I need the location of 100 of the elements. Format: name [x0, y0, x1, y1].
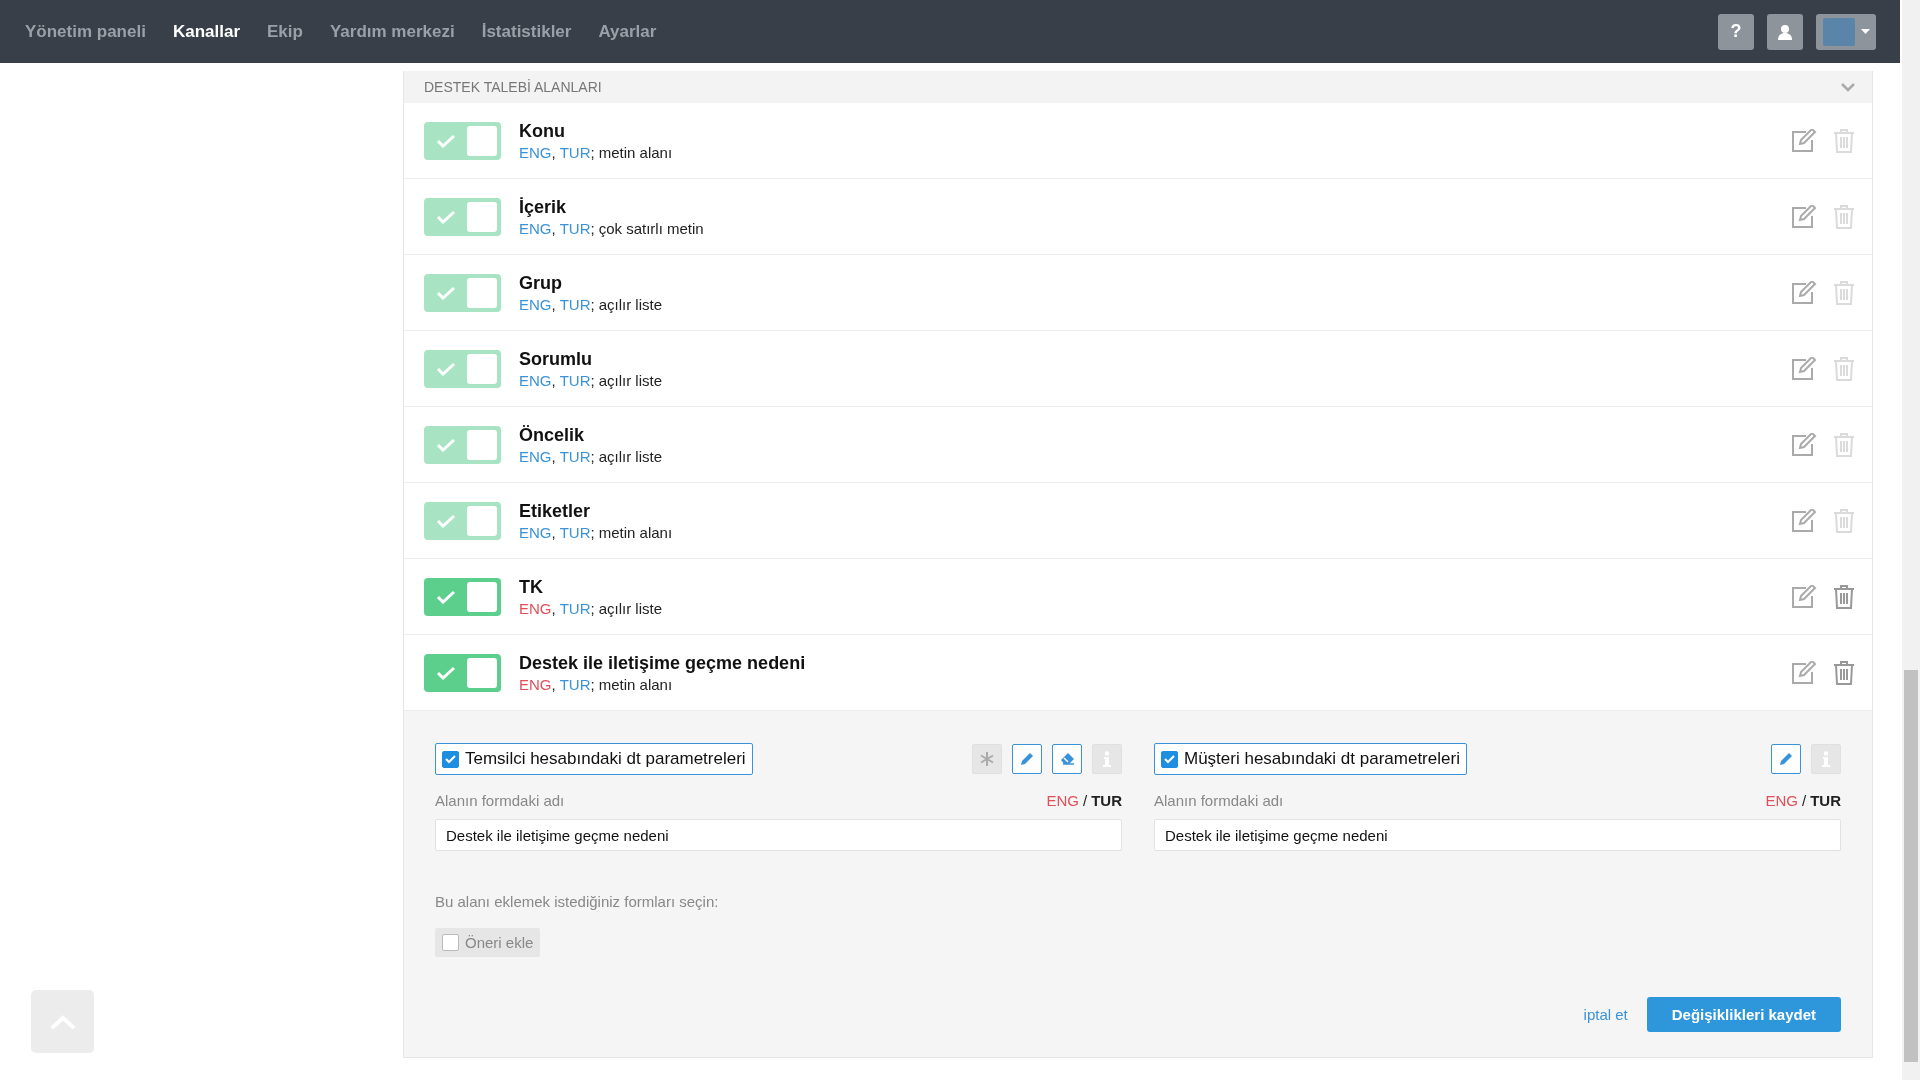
separator-text: ; [590, 143, 595, 161]
check-icon [436, 133, 456, 148]
language-code: ENG [519, 219, 552, 237]
edit-button[interactable] [1771, 744, 1801, 774]
check-icon [1164, 754, 1175, 764]
language-link[interactable]: ENG [1765, 792, 1798, 809]
edit-icon[interactable] [1791, 432, 1817, 457]
field-name: Destek ile iletişime geçme nedeni [519, 652, 807, 674]
language-code: TUR [559, 143, 591, 161]
toggle-switch[interactable] [424, 121, 501, 160]
separator-text: , [551, 523, 556, 541]
edit-icon[interactable] [1791, 204, 1817, 229]
toggle-switch[interactable] [424, 501, 501, 540]
user-button[interactable] [1767, 13, 1803, 50]
toggle-switch[interactable] [424, 349, 501, 388]
nav-link[interactable]: Yönetim paneli [25, 21, 146, 42]
field-type: metin alanı [598, 523, 673, 541]
edit-icon[interactable] [1791, 584, 1817, 609]
field-type: metin alanı [598, 143, 673, 161]
nav-link[interactable]: Ayarlar [598, 21, 657, 42]
eraser-button[interactable] [1052, 744, 1082, 774]
chevron-down-icon[interactable] [1841, 82, 1855, 92]
field-type: açılır liste [598, 599, 663, 617]
parameters-checkbox[interactable]: Müşteri hesabındaki dt parametreleri [1154, 743, 1467, 775]
toggle-switch[interactable] [424, 577, 501, 616]
field-name-input[interactable]: Destek ile iletişime geçme nedeni [1154, 819, 1841, 851]
section-title: DESTEK TALEBİ ALANLARI [424, 79, 602, 95]
separator-text: , [551, 371, 556, 389]
edit-icon[interactable] [1791, 280, 1817, 305]
edit-button[interactable] [1012, 744, 1042, 774]
field-label: Alanın formdaki adı [1154, 792, 1284, 809]
trash-icon[interactable] [1833, 660, 1855, 685]
separator-text: , [551, 219, 556, 237]
check-icon [436, 589, 456, 604]
pencil-icon [1779, 752, 1793, 766]
language-code: TUR [559, 523, 591, 541]
trash-icon[interactable] [1833, 584, 1855, 609]
check-icon [436, 437, 456, 452]
field-name: Etiketler [519, 500, 592, 522]
asterisk-icon [980, 752, 994, 766]
language-link[interactable]: TUR [1091, 792, 1122, 809]
toggle-switch[interactable] [424, 653, 501, 692]
check-icon [436, 285, 456, 300]
save-button[interactable]: Değişiklikleri kaydet [1646, 997, 1841, 1032]
pencil-icon [1020, 752, 1034, 766]
language-code: ENG [519, 371, 552, 389]
field-type: metin alanı [598, 675, 673, 693]
form-checkbox[interactable]: Öneri ekle [435, 928, 541, 957]
separator-text: , [551, 447, 556, 465]
check-icon [436, 361, 456, 376]
language-code: TUR [559, 599, 591, 617]
nav-link[interactable]: Yardım merkezi [329, 21, 455, 42]
scrollbar[interactable] [1902, 0, 1920, 1080]
language-code: TUR [559, 675, 591, 693]
edit-icon[interactable] [1791, 128, 1817, 153]
field-name: Sorumlu [519, 348, 593, 370]
edit-icon[interactable] [1791, 508, 1817, 533]
user-icon [1777, 23, 1793, 40]
avatar-placeholder [1822, 17, 1855, 46]
separator-text: ; [590, 523, 595, 541]
info-button[interactable] [1092, 744, 1122, 774]
language-code: ENG [519, 523, 552, 541]
edit-icon[interactable] [1791, 660, 1817, 685]
nav-link[interactable]: İstatistikler [481, 21, 572, 42]
info-button[interactable] [1811, 744, 1841, 774]
separator-text: ; [590, 219, 595, 237]
nav-link[interactable]: Ekip [267, 21, 303, 42]
language-code: ENG [519, 447, 552, 465]
separator-text: / [1083, 792, 1088, 809]
separator-text: , [551, 675, 556, 693]
section-header[interactable]: DESTEK TALEBİ ALANLARI [404, 71, 1872, 103]
separator-text: / [1802, 792, 1807, 809]
toggle-switch[interactable] [424, 273, 501, 312]
language-code: ENG [519, 143, 552, 161]
language-link[interactable]: TUR [1810, 792, 1841, 809]
separator-text: ; [590, 447, 595, 465]
check-icon [445, 754, 456, 764]
language-code: TUR [559, 219, 591, 237]
nav-link[interactable]: Kanallar [172, 21, 240, 42]
cancel-link[interactable]: iptal et [1583, 1006, 1628, 1023]
account-menu-button[interactable] [1816, 13, 1876, 50]
language-link[interactable]: ENG [1046, 792, 1079, 809]
check-icon [436, 209, 456, 224]
toggle-switch[interactable] [424, 425, 501, 464]
check-icon [436, 513, 456, 528]
field-type: açılır liste [598, 371, 663, 389]
caret-icon [1860, 29, 1870, 34]
language-code: TUR [559, 371, 591, 389]
field-type: çok satırlı metin [598, 219, 704, 237]
language-code: ENG [519, 599, 552, 617]
separator-text: ; [590, 295, 595, 313]
toggle-switch[interactable] [424, 197, 501, 236]
separator-text: ; [590, 599, 595, 617]
help-button[interactable]: ? [1718, 13, 1754, 50]
separator-text: , [551, 599, 556, 617]
language-code: ENG [519, 295, 552, 313]
field-name-input[interactable]: Destek ile iletişime geçme nedeni [435, 819, 1122, 851]
parameters-checkbox[interactable]: Temsilci hesabındaki dt parametreleri [435, 743, 753, 775]
edit-icon[interactable] [1791, 356, 1817, 381]
asterisk-button[interactable] [972, 744, 1002, 774]
